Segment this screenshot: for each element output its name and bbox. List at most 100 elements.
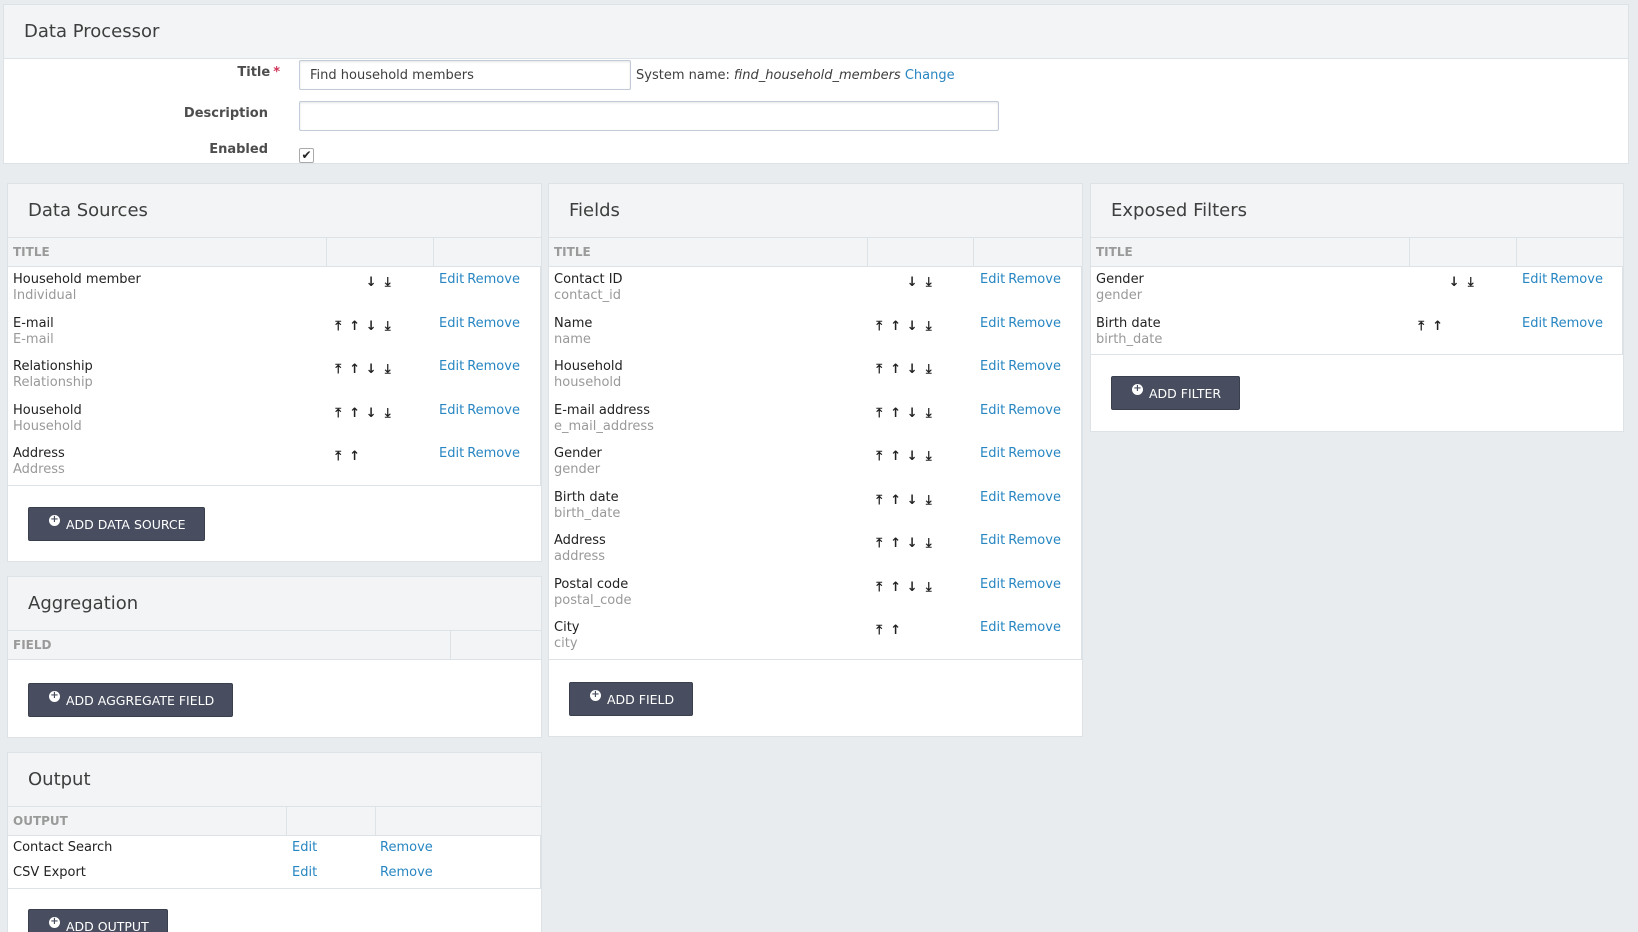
move-down-icon[interactable]: ↓	[904, 580, 921, 595]
remove-link[interactable]: Remove	[1008, 359, 1061, 374]
move-top-icon[interactable]: ⤒	[330, 449, 347, 464]
move-bottom-icon[interactable]: ⤓	[921, 580, 938, 595]
move-bottom-icon[interactable]: ⤓	[921, 319, 938, 334]
move-up-icon[interactable]: ↑	[888, 362, 905, 377]
move-up-icon[interactable]: ↑	[347, 406, 364, 421]
edit-link[interactable]: Edit	[980, 403, 1005, 418]
add-field-button[interactable]: + ADD FIELD	[569, 682, 694, 716]
move-bottom-icon[interactable]: ⤓	[380, 362, 397, 377]
move-down-icon[interactable]: ↓	[363, 275, 380, 290]
move-up-icon[interactable]: ↑	[888, 623, 905, 638]
empty-slot	[921, 623, 938, 638]
move-bottom-icon[interactable]: ⤓	[921, 493, 938, 508]
edit-link[interactable]: Edit	[1522, 316, 1547, 331]
enabled-checkbox[interactable]: ✔	[299, 147, 314, 163]
change-system-name-link[interactable]: Change	[905, 68, 955, 83]
move-down-icon[interactable]: ↓	[904, 319, 921, 334]
row-subtitle: E-mail	[13, 331, 54, 347]
move-top-icon[interactable]: ⤒	[1413, 319, 1430, 334]
edit-link[interactable]: Edit	[439, 272, 464, 287]
edit-link[interactable]: Edit	[980, 272, 1005, 287]
move-down-icon[interactable]: ↓	[904, 362, 921, 377]
edit-link[interactable]: Edit	[980, 359, 1005, 374]
move-bottom-icon[interactable]: ⤓	[921, 449, 938, 464]
add-aggregate-field-button[interactable]: + ADD AGGREGATE FIELD	[28, 683, 234, 717]
move-bottom-icon[interactable]: ⤓	[921, 536, 938, 551]
add-output-button[interactable]: + ADD OUTPUT	[28, 909, 168, 932]
add-filter-button[interactable]: + ADD FILTER	[1111, 376, 1241, 410]
move-up-icon[interactable]: ↑	[888, 580, 905, 595]
edit-link[interactable]: Edit	[292, 840, 317, 855]
remove-link[interactable]: Remove	[1550, 272, 1603, 287]
move-down-icon[interactable]: ↓	[904, 493, 921, 508]
edit-link[interactable]: Edit	[980, 577, 1005, 592]
move-up-icon[interactable]: ↑	[1430, 319, 1447, 334]
remove-link[interactable]: Remove	[1008, 620, 1061, 635]
remove-link[interactable]: Remove	[467, 272, 520, 287]
remove-link[interactable]: Remove	[1008, 577, 1061, 592]
move-up-icon[interactable]: ↑	[347, 362, 364, 377]
edit-link[interactable]: Edit	[292, 865, 317, 880]
edit-link[interactable]: Edit	[980, 620, 1005, 635]
move-up-icon[interactable]: ↑	[347, 319, 364, 334]
move-bottom-icon[interactable]: ⤓	[921, 275, 938, 290]
move-top-icon[interactable]: ⤒	[871, 406, 888, 421]
move-up-icon[interactable]: ↑	[888, 493, 905, 508]
edit-link[interactable]: Edit	[980, 446, 1005, 461]
remove-link[interactable]: Remove	[1008, 403, 1061, 418]
data-processor-form: Data Processor Title* System name:find_h…	[3, 4, 1629, 164]
edit-link[interactable]: Edit	[439, 446, 464, 461]
move-up-icon[interactable]: ↑	[888, 536, 905, 551]
remove-link[interactable]: Remove	[1008, 533, 1061, 548]
move-top-icon[interactable]: ⤒	[871, 493, 888, 508]
move-down-icon[interactable]: ↓	[363, 406, 380, 421]
move-up-icon[interactable]: ↑	[888, 319, 905, 334]
move-down-icon[interactable]: ↓	[904, 406, 921, 421]
remove-link[interactable]: Remove	[1008, 446, 1061, 461]
move-down-icon[interactable]: ↓	[904, 536, 921, 551]
remove-link[interactable]: Remove	[380, 865, 433, 880]
move-top-icon[interactable]: ⤒	[871, 362, 888, 377]
move-top-icon[interactable]: ⤒	[330, 406, 347, 421]
edit-link[interactable]: Edit	[1522, 272, 1547, 287]
move-top-icon[interactable]: ⤒	[871, 319, 888, 334]
edit-link[interactable]: Edit	[439, 316, 464, 331]
edit-link[interactable]: Edit	[439, 403, 464, 418]
remove-link[interactable]: Remove	[467, 316, 520, 331]
remove-link[interactable]: Remove	[380, 840, 433, 855]
move-bottom-icon[interactable]: ⤓	[380, 406, 397, 421]
edit-link[interactable]: Edit	[980, 533, 1005, 548]
move-top-icon[interactable]: ⤒	[330, 319, 347, 334]
edit-link[interactable]: Edit	[439, 359, 464, 374]
move-up-icon[interactable]: ↑	[888, 406, 905, 421]
move-top-icon[interactable]: ⤒	[871, 623, 888, 638]
remove-link[interactable]: Remove	[467, 359, 520, 374]
remove-link[interactable]: Remove	[1008, 490, 1061, 505]
add-data-source-button[interactable]: + ADD DATA SOURCE	[28, 507, 205, 541]
move-top-icon[interactable]: ⤒	[871, 536, 888, 551]
remove-link[interactable]: Remove	[467, 446, 520, 461]
move-down-icon[interactable]: ↓	[1446, 275, 1463, 290]
move-up-icon[interactable]: ↑	[888, 449, 905, 464]
move-down-icon[interactable]: ↓	[904, 449, 921, 464]
remove-link[interactable]: Remove	[1550, 316, 1603, 331]
description-input[interactable]	[299, 101, 999, 131]
remove-link[interactable]: Remove	[1008, 272, 1061, 287]
move-down-icon[interactable]: ↓	[904, 275, 921, 290]
move-bottom-icon[interactable]: ⤓	[380, 275, 397, 290]
title-input[interactable]	[299, 60, 631, 90]
move-up-icon[interactable]: ↑	[347, 449, 364, 464]
edit-link[interactable]: Edit	[980, 316, 1005, 331]
edit-link[interactable]: Edit	[980, 490, 1005, 505]
move-top-icon[interactable]: ⤒	[871, 449, 888, 464]
move-down-icon[interactable]: ↓	[363, 319, 380, 334]
move-down-icon[interactable]: ↓	[363, 362, 380, 377]
remove-link[interactable]: Remove	[1008, 316, 1061, 331]
move-bottom-icon[interactable]: ⤓	[921, 362, 938, 377]
remove-link[interactable]: Remove	[467, 403, 520, 418]
move-top-icon[interactable]: ⤒	[871, 580, 888, 595]
move-bottom-icon[interactable]: ⤓	[1463, 275, 1480, 290]
move-bottom-icon[interactable]: ⤓	[921, 406, 938, 421]
move-top-icon[interactable]: ⤒	[330, 362, 347, 377]
move-bottom-icon[interactable]: ⤓	[380, 319, 397, 334]
